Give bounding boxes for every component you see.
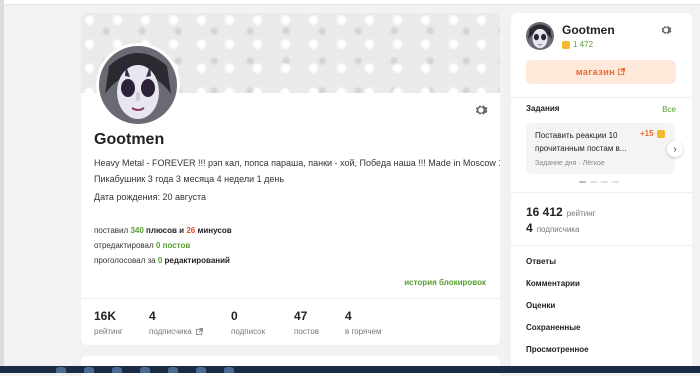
taskbar-app-icon[interactable] bbox=[224, 367, 234, 373]
birthday: Дата рождения: 20 августа bbox=[94, 192, 206, 202]
avatar[interactable] bbox=[96, 43, 180, 127]
taskbar-app-icon[interactable] bbox=[140, 367, 150, 373]
carousel-dot[interactable] bbox=[601, 181, 608, 183]
stat-subscriptions: 0 подписок bbox=[231, 309, 266, 336]
carousel-dots bbox=[579, 181, 619, 183]
sidebar-rating: 16 412 рейтинг bbox=[526, 205, 596, 219]
taskbar-app-icon[interactable] bbox=[56, 367, 66, 373]
sidebar-username[interactable]: Gootmen bbox=[562, 23, 615, 37]
external-link-icon bbox=[195, 328, 203, 336]
sidebar-item-replies[interactable]: Ответы bbox=[526, 257, 589, 279]
left-edge-strip bbox=[0, 0, 4, 373]
edited-line: отредактировал 0 постов bbox=[94, 241, 191, 250]
divider bbox=[511, 245, 692, 246]
pluses-count: 340 bbox=[130, 226, 144, 235]
sidebar-item-viewed[interactable]: Просмотренное bbox=[526, 345, 589, 367]
about-text: Heavy Metal - FOREVER !!! рэп кал, попса… bbox=[94, 158, 500, 168]
tasks-title: Задания bbox=[526, 104, 560, 113]
task-text: Поставить реакции 10 прочитанным постам … bbox=[535, 131, 627, 153]
voted-edits-line: проголосовал за 0 редактирований bbox=[94, 256, 230, 265]
carousel-dot[interactable] bbox=[612, 181, 619, 183]
votes-line: поставил 340 плюсов и 26 минусов bbox=[94, 226, 232, 235]
divider bbox=[81, 298, 500, 299]
sidebar-item-ratings[interactable]: Оценки bbox=[526, 301, 589, 323]
avatar[interactable] bbox=[526, 22, 554, 50]
minuses-count: 26 bbox=[186, 226, 196, 235]
sidebar: Gootmen 1 472 магазин Задания Все Постав… bbox=[511, 13, 692, 373]
stat-subscribers[interactable]: 4 подписчика bbox=[149, 309, 203, 336]
profile-about: Heavy Metal - FOREVER !!! рэп кал, попса… bbox=[94, 155, 500, 205]
carousel-dot[interactable] bbox=[579, 181, 586, 183]
coin-icon bbox=[562, 40, 570, 49]
task-reward: +15 bbox=[640, 129, 665, 138]
sidebar-item-saved[interactable]: Сохраненные bbox=[526, 323, 589, 345]
stat-rating: 16K рейтинг bbox=[94, 309, 123, 336]
stat-posts: 47 постов bbox=[294, 309, 320, 336]
coin-icon bbox=[656, 129, 665, 138]
page-title: Gootmen bbox=[94, 131, 165, 148]
gear-icon[interactable] bbox=[474, 103, 488, 117]
carousel-dot[interactable] bbox=[590, 181, 597, 183]
sidebar-item-comments[interactable]: Комментарии bbox=[526, 279, 589, 301]
taskbar-app-icon[interactable] bbox=[112, 367, 122, 373]
sidebar-menu: Ответы Комментарии Оценки Сохраненные Пр… bbox=[526, 257, 589, 367]
chevron-right-icon[interactable]: › bbox=[667, 141, 683, 157]
tasks-all-link[interactable]: Все bbox=[662, 105, 676, 114]
taskbar-app-icon[interactable] bbox=[168, 367, 178, 373]
stat-hot: 4 в горячем bbox=[345, 309, 382, 336]
taskbar-app-icon[interactable] bbox=[196, 367, 206, 373]
external-link-icon bbox=[618, 68, 626, 76]
task-card[interactable]: Поставить реакции 10 прочитанным постам … bbox=[526, 123, 675, 174]
taskbar-app-icon[interactable] bbox=[84, 367, 94, 373]
gear-icon[interactable] bbox=[660, 24, 672, 36]
coin-balance: 1 472 bbox=[562, 40, 593, 49]
activity-summary: поставил 340 плюсов и 26 минусов отредак… bbox=[94, 223, 232, 268]
profile-card: Gootmen Heavy Metal - FOREVER !!! рэп ка… bbox=[81, 13, 500, 345]
pikabu-age: Пикабушник 3 года 3 месяца 4 недели 1 де… bbox=[94, 174, 285, 184]
block-history-link[interactable]: история блокировок bbox=[404, 278, 486, 287]
shop-button[interactable]: магазин bbox=[526, 60, 676, 84]
browser-top-strip bbox=[0, 0, 700, 5]
sidebar-subscribers: 4 подписчика bbox=[526, 221, 580, 235]
task-meta: Задание дня · Лёгкое bbox=[535, 160, 605, 167]
os-taskbar bbox=[0, 366, 700, 373]
divider bbox=[511, 97, 692, 98]
divider bbox=[511, 192, 692, 193]
